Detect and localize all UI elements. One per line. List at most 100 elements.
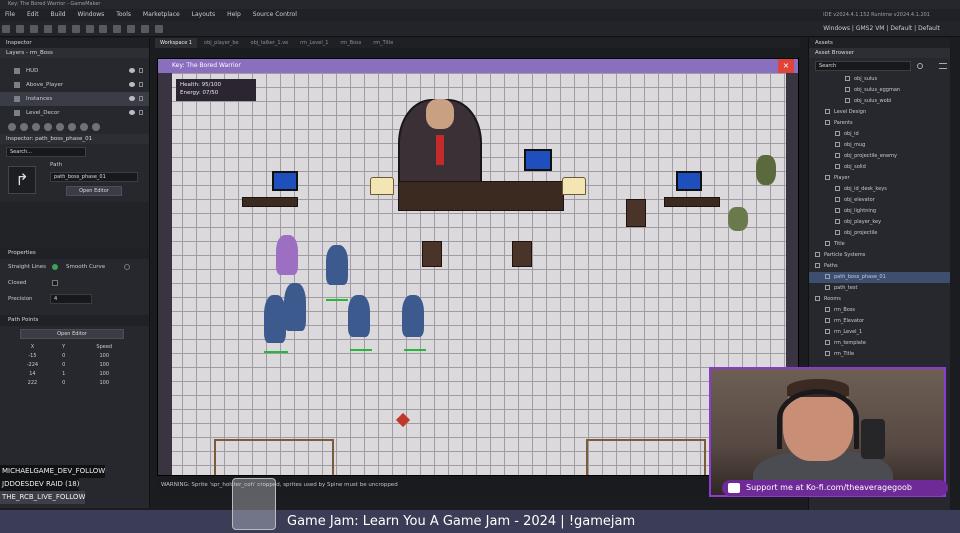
lock-icon[interactable] bbox=[139, 110, 143, 115]
precision-input[interactable]: 4 bbox=[50, 294, 92, 304]
add-path-layer-icon[interactable] bbox=[44, 123, 52, 131]
asset-tree-item[interactable]: obj_solid bbox=[809, 162, 950, 173]
assets-tab[interactable]: Assets bbox=[809, 38, 950, 48]
straight-lines-radio[interactable] bbox=[52, 264, 58, 270]
save-all-icon[interactable] bbox=[57, 25, 66, 33]
asset-tree-item[interactable]: obj_player_key bbox=[809, 217, 950, 228]
menu-layouts[interactable]: Layouts bbox=[187, 11, 221, 18]
visibility-icon[interactable] bbox=[129, 96, 135, 101]
asset-tree-item[interactable]: obj_projectile bbox=[809, 228, 950, 239]
asset-tree-item[interactable]: Level Design bbox=[809, 107, 950, 118]
asset-tree-item[interactable]: rm_template bbox=[809, 338, 950, 349]
closed-checkbox[interactable] bbox=[52, 280, 58, 286]
visibility-icon[interactable] bbox=[129, 82, 135, 87]
tab-workspace-1[interactable]: Workspace 1 bbox=[155, 38, 198, 48]
tab-rm-boss[interactable]: rm_Boss bbox=[335, 38, 366, 48]
table-row[interactable]: -15 0 100 bbox=[8, 351, 138, 360]
tab-rm-level-1[interactable]: rm_Level_1 bbox=[295, 38, 333, 48]
menu-icon[interactable] bbox=[939, 63, 947, 69]
table-row[interactable]: 14 1 100 bbox=[8, 369, 138, 378]
asset-tree-item[interactable]: Particle Systems bbox=[809, 250, 950, 261]
asset-tree-item[interactable]: Paths bbox=[809, 261, 950, 272]
asset-tree-item[interactable]: obj_sulus_eggman bbox=[809, 85, 950, 96]
smooth-curve-radio[interactable] bbox=[124, 264, 130, 270]
menu-windows[interactable]: Windows bbox=[73, 11, 110, 18]
clean-icon[interactable] bbox=[113, 25, 122, 33]
asset-search-input[interactable]: Search bbox=[815, 61, 911, 71]
layer-hud[interactable]: HUD bbox=[0, 64, 149, 78]
layer-level-decor[interactable]: Level_Decor bbox=[0, 106, 149, 120]
search-input[interactable]: Search... bbox=[6, 147, 86, 157]
asset-tree-item[interactable]: Parents bbox=[809, 118, 950, 129]
asset-tree-item[interactable]: obj_projectile_enemy bbox=[809, 151, 950, 162]
filter-icon[interactable] bbox=[917, 63, 923, 69]
asset-tree-item[interactable]: obj_id_desk_keys bbox=[809, 184, 950, 195]
new-icon[interactable] bbox=[15, 25, 24, 33]
asset-tree-item[interactable]: obj_sulus bbox=[809, 74, 950, 85]
save-icon[interactable] bbox=[43, 25, 52, 33]
asset-tree-item[interactable]: obj_sulus_wobi bbox=[809, 96, 950, 107]
debug-icon[interactable] bbox=[85, 25, 94, 33]
asset-tree-item[interactable]: Rooms bbox=[809, 294, 950, 305]
run-icon[interactable] bbox=[71, 25, 80, 33]
visibility-icon[interactable] bbox=[129, 68, 135, 73]
lock-icon[interactable] bbox=[139, 96, 143, 101]
tab-obj-talker[interactable]: obj_talker_1.ve bbox=[246, 38, 294, 48]
open-icon[interactable] bbox=[29, 25, 38, 33]
precision-row: Precision 4 bbox=[0, 291, 149, 307]
asset-tree-item[interactable]: rm_Level_1 bbox=[809, 327, 950, 338]
stop-icon[interactable] bbox=[99, 25, 108, 33]
table-row[interactable]: 222 0 100 bbox=[8, 378, 138, 387]
table-row[interactable]: -224 0 100 bbox=[8, 360, 138, 369]
asset-tree-item[interactable]: obj_mug bbox=[809, 140, 950, 151]
menu-marketplace[interactable]: Marketplace bbox=[138, 11, 185, 18]
asset-tree-item[interactable]: Player bbox=[809, 173, 950, 184]
asset-tree-item[interactable]: rm_Elevator bbox=[809, 316, 950, 327]
menu-build[interactable]: Build bbox=[46, 11, 71, 18]
menu-source-control[interactable]: Source Control bbox=[248, 11, 302, 18]
asset-tree-item[interactable]: Title bbox=[809, 239, 950, 250]
delete-icon[interactable] bbox=[92, 123, 100, 131]
points-open-editor-button[interactable]: Open Editor bbox=[20, 329, 124, 339]
zoom-reset-icon[interactable] bbox=[141, 25, 150, 33]
menu-help[interactable]: Help bbox=[222, 11, 246, 18]
asset-tree-item[interactable]: rm_Boss bbox=[809, 305, 950, 316]
zoom-out-icon[interactable] bbox=[127, 25, 136, 33]
menu-file[interactable]: File bbox=[0, 11, 20, 18]
add-asset-layer-icon[interactable] bbox=[20, 123, 28, 131]
asset-tree-item[interactable]: obj_lightning bbox=[809, 206, 950, 217]
visibility-icon[interactable] bbox=[129, 110, 135, 115]
menu-tools[interactable]: Tools bbox=[111, 11, 136, 18]
inspector-search[interactable]: Search... bbox=[0, 144, 149, 160]
asset-tree-item[interactable]: obj_elevator bbox=[809, 195, 950, 206]
asset-tree-item[interactable]: path_boss_phase_01 bbox=[809, 272, 950, 283]
lock-icon[interactable] bbox=[139, 68, 143, 73]
game-window[interactable]: Key: The Bored Warrior × Health: 95/100 … bbox=[157, 58, 799, 476]
chair-icon bbox=[626, 199, 646, 227]
folder-icon[interactable] bbox=[80, 123, 88, 131]
inspector-tab[interactable]: Inspector bbox=[0, 38, 149, 48]
menu-edit[interactable]: Edit bbox=[22, 11, 44, 18]
lock-icon[interactable] bbox=[139, 82, 143, 87]
open-editor-button[interactable]: Open Editor bbox=[66, 186, 122, 196]
asset-tree-item[interactable]: path_test bbox=[809, 283, 950, 294]
tab-rm-title[interactable]: rm_Title bbox=[368, 38, 398, 48]
layer-above-player[interactable]: Above_Player bbox=[0, 78, 149, 92]
asset-label: obj_sulus_wobi bbox=[854, 98, 892, 104]
asset-icon bbox=[815, 252, 820, 257]
zoom-in-icon[interactable] bbox=[155, 25, 164, 33]
path-points-header[interactable]: Path Points bbox=[0, 315, 149, 326]
add-layer-icon[interactable] bbox=[8, 123, 16, 131]
close-icon[interactable]: × bbox=[778, 59, 794, 73]
path-name-input[interactable]: path_boss_phase_01 bbox=[50, 172, 138, 182]
asset-tree-item[interactable]: rm_Title bbox=[809, 349, 950, 360]
properties-header[interactable]: Properties bbox=[0, 248, 149, 259]
add-background-icon[interactable] bbox=[56, 123, 64, 131]
add-effect-icon[interactable] bbox=[68, 123, 76, 131]
home-icon[interactable] bbox=[2, 25, 10, 33]
add-tile-layer-icon[interactable] bbox=[32, 123, 40, 131]
tab-obj-player[interactable]: obj_player_be bbox=[199, 38, 244, 48]
target-selector[interactable]: Windows | GMS2 VM | Default | Default bbox=[823, 21, 940, 37]
layer-instances[interactable]: Instances bbox=[0, 92, 149, 106]
asset-tree-item[interactable]: obj_id bbox=[809, 129, 950, 140]
